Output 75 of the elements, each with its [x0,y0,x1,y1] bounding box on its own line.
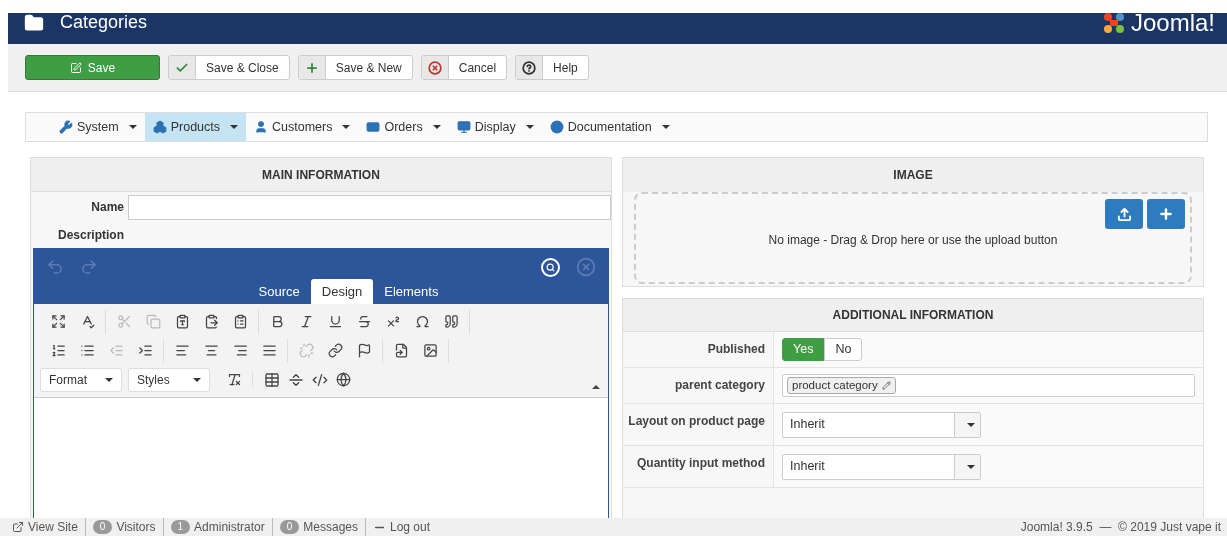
copyright-text: Joomla! 3.9.5 — © 2019 Just vape it [1020,519,1221,536]
style-dropdown[interactable]: Styles [128,367,210,392]
external-link-icon [12,521,24,533]
count-badge: 0 [92,520,113,534]
toolbar-button[interactable]: Help [515,55,589,80]
caret-icon [105,377,113,382]
add-button[interactable] [1147,199,1185,229]
logo-text: Joomla! [1130,7,1215,38]
field-label: Quantity input method [637,455,765,472]
drop-zone[interactable]: No image - Drag & Drop here or use the upload button [634,192,1192,284]
help-icon [522,60,537,75]
globe-icon[interactable] [336,372,351,387]
code-icon[interactable] [312,371,328,388]
upload-icon [1116,206,1132,222]
count-badge: 0 [279,520,300,534]
status-link[interactable]: View Site [28,518,78,536]
field-label: Description [57,227,125,244]
caret-icon [193,377,201,382]
caret-icon [966,422,975,427]
panel-header: MAIN INFORMATION [31,158,611,192]
status-label: Administrator [194,519,265,536]
status-label: Messages [303,519,358,536]
search-icon[interactable] [541,257,560,277]
menu-item[interactable]: Customers [246,113,359,141]
toolbar-button[interactable]: Save & New [297,55,413,80]
toolbar-button[interactable]: Cancel [420,55,508,80]
folder-icon [24,12,44,33]
caret-icon [230,125,239,129]
toolbar-button[interactable]: Save & Close [168,55,290,80]
caret-icon [525,125,534,129]
category-tag[interactable]: product category [787,377,896,394]
category-field[interactable]: product category [782,374,1195,397]
edit-icon [69,61,82,74]
page-title: Categories [60,11,148,34]
menu-item[interactable]: Orders [358,113,449,141]
collapse-icon[interactable] [592,385,600,389]
caret-icon [966,464,975,469]
count-badge: 1 [170,520,191,534]
select-field[interactable]: Inherit [782,453,981,480]
status-label: Visitors [116,519,156,536]
pencil-icon [881,381,891,390]
field-label: Layout on product page [628,413,765,430]
field-label: Name [90,199,125,216]
menu-item[interactable]: Products [144,113,247,141]
card-icon [366,120,381,134]
name-input[interactable] [128,194,611,220]
menu-item[interactable]: Display [448,113,542,141]
caret-icon [342,125,351,129]
editor-tab[interactable]: Elements [373,279,450,304]
field-label: parent category [674,377,765,394]
select-field[interactable]: Inherit [782,411,981,438]
caret-icon [128,125,137,129]
menu-item[interactable]: Documentation [541,113,678,141]
editor-tab[interactable]: Design [310,279,374,304]
clear-format-icon[interactable] [226,372,242,387]
editor-tab[interactable]: Source [247,279,311,304]
caret-icon [432,125,441,129]
toggle-option[interactable]: No [824,338,863,361]
panel-header: IMAGE [623,158,1203,192]
wrench-icon [59,120,73,134]
plus-icon [304,60,319,75]
separator-icon[interactable] [288,371,304,388]
caret-icon [661,125,670,129]
field-label: Published [707,341,765,358]
plus-icon [1158,206,1174,222]
table-icon[interactable] [264,371,280,388]
menu-item[interactable]: System [51,113,145,141]
user-icon [254,120,269,134]
drop-hint: No image - Drag & Drop here or use the upload button [768,232,1058,249]
upload-button[interactable] [1105,199,1143,229]
status-link[interactable]: Log out [390,518,431,536]
panel-header: ADDITIONAL INFORMATION [623,299,1203,332]
cancel-icon [427,60,442,75]
monitor-icon [456,120,471,134]
style-dropdown[interactable]: Format [40,367,122,392]
